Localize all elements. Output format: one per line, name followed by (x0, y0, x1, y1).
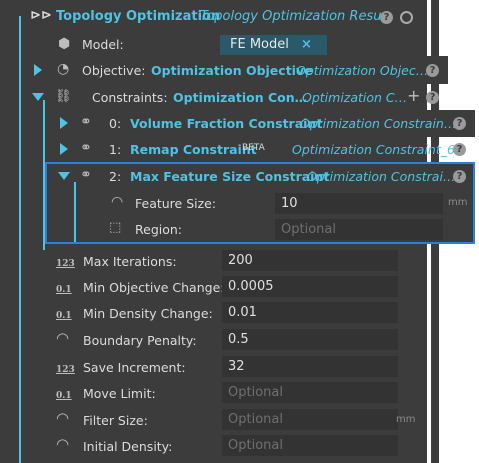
beta-badge: BETA (242, 143, 265, 153)
region-input[interactable]: Optional (275, 219, 443, 240)
radius-icon: ◠ (56, 329, 70, 347)
constraint-item-0[interactable]: ⚭ 0: Volume Fraction Constraint Optimiza… (50, 110, 475, 137)
expand-constraint-icon[interactable] (60, 117, 68, 129)
objective-icon: ◔ (57, 61, 70, 77)
param-label: Max Iterations: (83, 254, 177, 269)
model-row: ⬢ Model: FE Model × (40, 34, 427, 56)
decimal-icon: 0.1 (56, 311, 72, 321)
constraint-ref[interactable]: Optimization Constraint_6 (292, 142, 455, 157)
model-chip[interactable]: FE Model × (220, 35, 327, 55)
objective-row[interactable]: ◔ Objective: Optimization Objective Opti… (22, 56, 448, 84)
boundary-penalty-input[interactable]: 0.5 (222, 329, 398, 350)
radius-icon: ◠ (56, 409, 70, 427)
constraint-index: 2: (109, 169, 122, 184)
help-icon[interactable]: ? (453, 170, 466, 183)
header-row: ⊳⊳ Topology Optimization Topology Optimi… (0, 0, 427, 34)
decimal-icon: 0.1 (56, 285, 72, 295)
constraint-tree-line (74, 182, 76, 242)
help-icon[interactable]: ? (426, 64, 439, 77)
link-icon: ⚭ (80, 140, 92, 156)
initial-density-input[interactable]: Optional (222, 435, 398, 456)
constraint-ref[interactable]: Optimization Constrain… (300, 116, 456, 131)
number-icon: 123 (56, 259, 75, 269)
constraint-index: 1: (109, 142, 122, 157)
constraint-item-2[interactable]: ⚭ 2: Max Feature Size Constraint Optimiz… (45, 162, 475, 244)
link-icon: ⚭ (80, 114, 92, 130)
param-label: Boundary Penalty: (83, 333, 197, 348)
parameter-list: 123 Max Iterations: 200 0.1 Min Objectiv… (0, 249, 427, 463)
param-label: Filter Size: (83, 413, 148, 428)
header-title[interactable]: Topology Optimization (56, 9, 220, 24)
status-icon[interactable] (400, 11, 413, 24)
param-label: Save Increment: (83, 360, 186, 375)
region-label: Region: (135, 222, 183, 237)
help-icon[interactable]: ? (426, 91, 439, 104)
unit-label: mm (396, 414, 416, 425)
constraints-ref[interactable]: Optimization C… (302, 90, 407, 105)
constraints-label: Constraints: (92, 90, 168, 105)
param-label: Initial Density: (83, 439, 173, 454)
expand-objective-icon[interactable] (34, 64, 42, 76)
constraint-name[interactable]: Volume Fraction Constraint (130, 116, 322, 131)
radius-icon: ◠ (111, 194, 124, 210)
max-iterations-input[interactable]: 200 (222, 250, 398, 271)
constraint-item-1[interactable]: ⚭ 1: Remap Constraint BETA Optimization … (50, 137, 475, 162)
model-label: Model: (82, 37, 124, 52)
constraint-index: 0: (109, 116, 122, 131)
model-value: FE Model (230, 37, 289, 52)
objective-label: Objective: (82, 63, 146, 78)
constraint-name[interactable]: Remap Constraint (130, 142, 257, 157)
unit-label: mm (448, 197, 468, 208)
param-label: Min Objective Change: (83, 280, 225, 295)
help-icon[interactable]: ? (453, 143, 466, 156)
expand-constraint-icon[interactable] (60, 143, 68, 155)
constraints-row[interactable]: ⛓ Constraints: Optimization Con… Optimiz… (22, 84, 448, 110)
number-icon: 123 (56, 365, 75, 375)
min-density-change-input[interactable]: 0.01 (222, 302, 398, 323)
constraints-name[interactable]: Optimization Con… (173, 90, 307, 105)
feature-size-label: Feature Size: (135, 196, 217, 211)
help-icon[interactable]: ? (453, 117, 466, 130)
model-icon: ⬢ (58, 36, 71, 52)
objective-name[interactable]: Optimization Objective (151, 63, 313, 78)
feature-size-input[interactable]: 10 (275, 193, 443, 214)
decimal-icon: 0.1 (56, 391, 72, 401)
header-subtitle[interactable]: Topology Optimization Resu… (200, 9, 394, 24)
help-icon[interactable]: ? (380, 11, 393, 24)
constraint-name[interactable]: Max Feature Size Constraint (130, 169, 329, 184)
topology-icon: ⊳⊳ (30, 8, 52, 23)
collapse-constraint-icon[interactable] (58, 172, 70, 180)
min-objective-change-input[interactable]: 0.0005 (222, 276, 398, 297)
add-constraint-button[interactable]: + (407, 86, 420, 105)
constraints-icon: ⛓ (55, 89, 72, 104)
objective-ref[interactable]: Optimization Objec… (296, 63, 428, 78)
constraint-ref[interactable]: Optimization Constrai… (307, 169, 455, 184)
move-limit-input[interactable]: Optional (222, 382, 398, 403)
filter-size-input[interactable]: Optional (222, 409, 398, 430)
param-label: Min Density Change: (83, 306, 213, 321)
radius-icon: ◠ (56, 435, 70, 453)
link-icon: ⚭ (80, 167, 92, 183)
save-increment-input[interactable]: 32 (222, 356, 398, 377)
param-label: Move Limit: (83, 386, 156, 401)
region-icon: ⬚ (109, 220, 122, 235)
remove-model-icon[interactable]: × (301, 37, 312, 52)
